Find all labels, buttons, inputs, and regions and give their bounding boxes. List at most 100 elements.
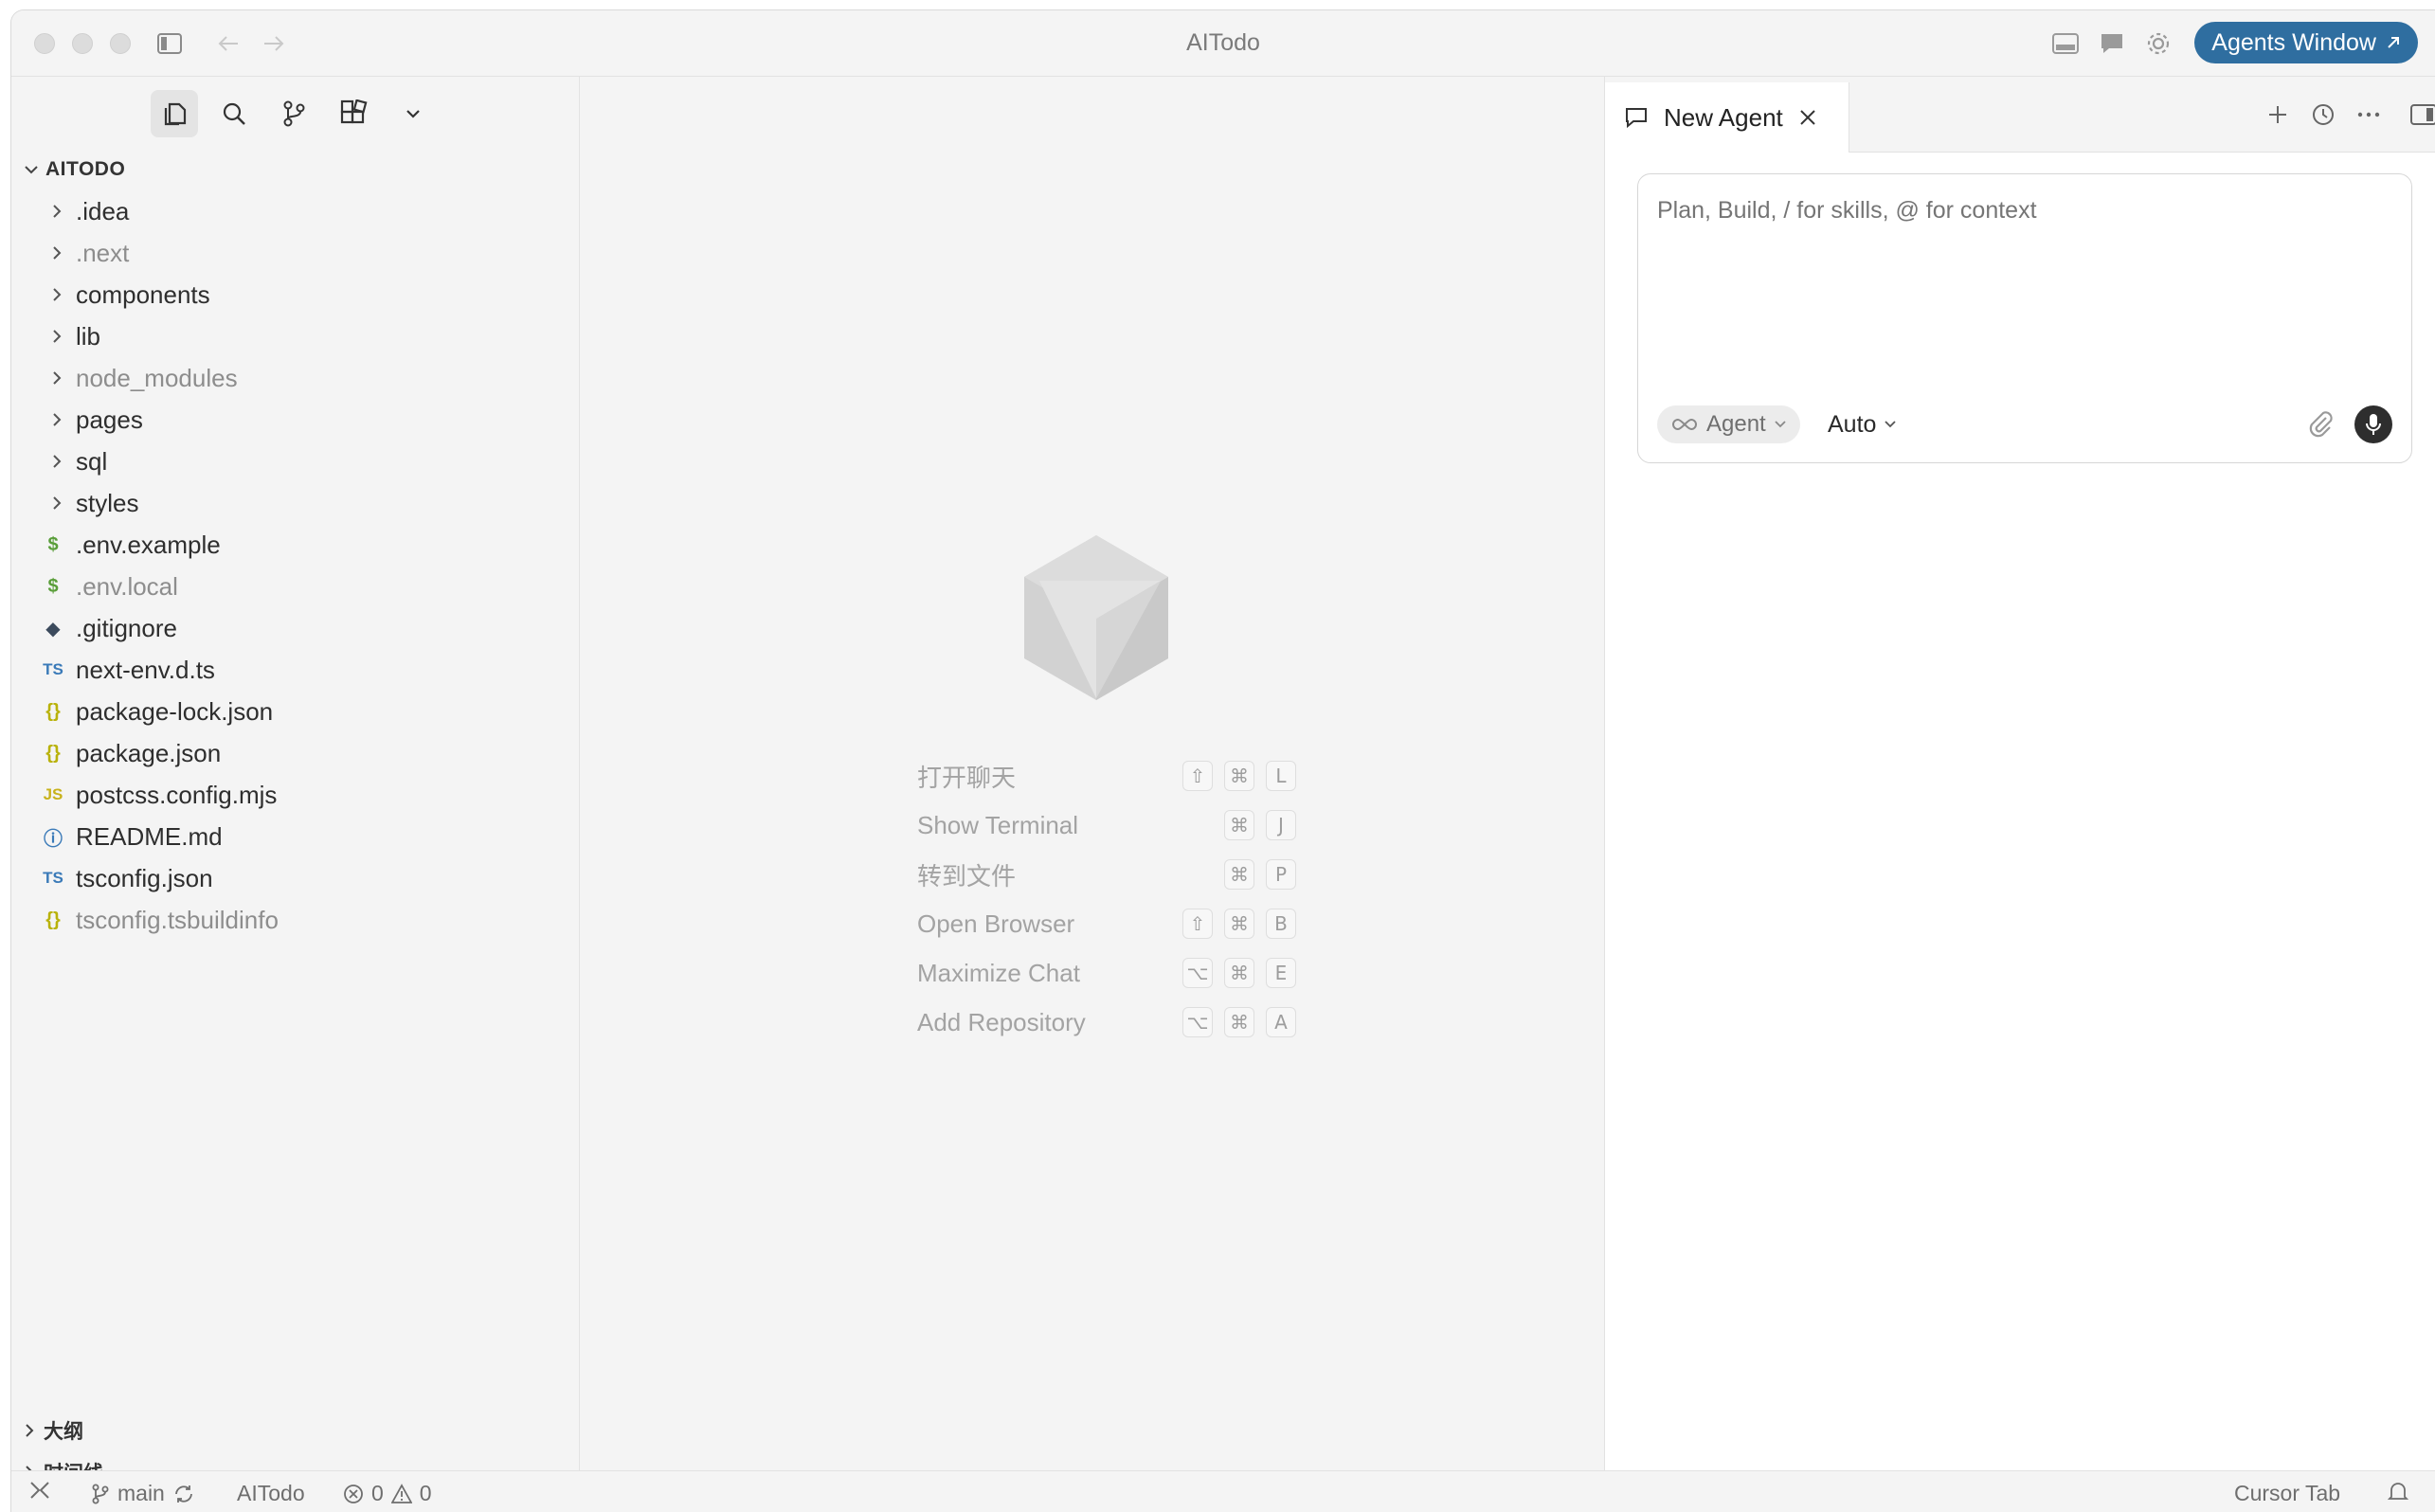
agents-window-button[interactable]: Agents Window — [2194, 22, 2418, 63]
paperclip-icon[interactable] — [2303, 407, 2337, 441]
tree-file[interactable]: $ .env.local — [11, 566, 579, 607]
shortcut-row[interactable]: Show Terminal ⌘ J — [917, 801, 1296, 850]
keycap — [1182, 810, 1213, 840]
status-bar: main AITodo 0 0 Cursor Tab — [11, 1470, 2435, 1512]
chevron-down-icon — [1775, 421, 1786, 428]
shortcut-row[interactable]: Open Browser ⇧ ⌘ B — [917, 899, 1296, 948]
tree-item-label: postcss.config.mjs — [76, 780, 278, 809]
project-name[interactable]: AITodo — [237, 1481, 305, 1506]
chevron-right-icon — [53, 371, 62, 385]
error-count: 0 — [371, 1481, 384, 1505]
shortcut-row[interactable]: 转到文件 ⌘ P — [917, 850, 1296, 899]
shortcut-label: 打开聊天 — [917, 763, 1017, 792]
git-branch-item[interactable]: main — [91, 1481, 195, 1506]
remote-indicator-icon[interactable] — [28, 1481, 51, 1500]
file-type-icon: {} — [45, 700, 61, 722]
tree-file[interactable]: $ .env.example — [11, 524, 579, 566]
sidebar-activity-bar — [11, 77, 579, 143]
tree-file[interactable]: TS next-env.d.ts — [11, 649, 579, 691]
tree-file[interactable]: JS postcss.config.mjs — [11, 774, 579, 816]
file-type-icon: TS — [43, 660, 63, 678]
branch-label: main — [117, 1481, 165, 1505]
infinity-icon — [1672, 418, 1697, 431]
outline-section[interactable]: 大纲 — [23, 1416, 83, 1445]
model-dropdown[interactable]: Auto — [1828, 405, 1897, 443]
tree-folder[interactable]: node_modules — [11, 357, 579, 399]
tree-folder[interactable]: sql — [11, 441, 579, 482]
close-window-button[interactable] — [34, 33, 55, 54]
file-type-icon: {} — [45, 909, 61, 930]
history-clock-icon[interactable] — [2306, 98, 2340, 132]
tree-item-label: package.json — [76, 738, 222, 767]
chat-bubble-icon[interactable] — [2098, 29, 2126, 58]
agent-panel: New Agent Agent Aut — [1605, 77, 2435, 1470]
cursor-tab-status[interactable]: Cursor Tab — [2234, 1481, 2340, 1506]
shortcut-row[interactable]: 打开聊天 ⇧ ⌘ L — [917, 751, 1296, 801]
explorer-files-icon[interactable] — [151, 90, 198, 137]
plus-icon[interactable] — [2261, 98, 2295, 132]
keycap: ⌥ — [1182, 1007, 1213, 1037]
tree-item-label: .gitignore — [76, 613, 177, 642]
tree-folder[interactable]: components — [11, 274, 579, 315]
cursor-logo-icon — [1024, 535, 1168, 700]
zoom-window-button[interactable] — [110, 33, 131, 54]
shortcut-label: 转到文件 — [917, 861, 1017, 891]
tree-item-label: tsconfig.json — [76, 863, 213, 892]
file-type-icon: $ — [47, 575, 59, 597]
explorer-root-folder[interactable]: AITODO — [23, 158, 125, 181]
tree-folder[interactable]: pages — [11, 399, 579, 441]
agent-prompt-input[interactable] — [1657, 197, 2377, 225]
tree-file[interactable]: {} package-lock.json — [11, 691, 579, 732]
tree-folder[interactable]: styles — [11, 482, 579, 524]
close-icon[interactable] — [1798, 108, 1817, 127]
minimize-window-button[interactable] — [72, 33, 93, 54]
tab-new-agent[interactable]: New Agent — [1605, 82, 1849, 153]
agent-mode-label: Agent — [1706, 411, 1766, 437]
tree-folder[interactable]: .idea — [11, 190, 579, 232]
agent-mode-dropdown[interactable]: Agent — [1657, 405, 1800, 443]
chevron-right-icon — [53, 288, 62, 301]
shortcut-row[interactable]: Add Repository ⌥ ⌘ A — [917, 998, 1296, 1047]
file-type-icon: ⓘ — [44, 828, 63, 850]
microphone-icon[interactable] — [2354, 405, 2392, 443]
shortcut-label: Show Terminal — [917, 810, 1079, 839]
tree-file[interactable]: {} package.json — [11, 732, 579, 774]
tree-item-label: README.md — [76, 821, 223, 851]
shortcut-keys: ⌥ ⌘ E — [1182, 958, 1296, 988]
forward-arrow-icon[interactable] — [260, 29, 288, 58]
sync-icon[interactable] — [172, 1484, 195, 1504]
keycap: ⌘ — [1224, 909, 1254, 939]
search-icon[interactable] — [210, 90, 258, 137]
agent-composer: Agent Auto — [1637, 173, 2412, 463]
panel-toggle-icon[interactable] — [2051, 29, 2080, 58]
tree-file[interactable]: {} tsconfig.tsbuildinfo — [11, 899, 579, 941]
tree-file[interactable]: ◆ .gitignore — [11, 607, 579, 649]
root-folder-label: AITODO — [45, 158, 126, 180]
file-type-icon: ◆ — [45, 618, 61, 639]
warning-icon — [390, 1483, 412, 1503]
tree-item-label: styles — [76, 488, 139, 517]
shortcut-keys: ⌘ J — [1182, 810, 1296, 840]
file-type-icon: JS — [43, 785, 63, 803]
tree-folder[interactable]: .next — [11, 232, 579, 274]
tree-file[interactable]: TS tsconfig.json — [11, 857, 579, 899]
chevron-down-icon — [25, 166, 38, 174]
keycap: A — [1266, 1007, 1296, 1037]
back-arrow-icon[interactable] — [214, 29, 243, 58]
gear-icon[interactable] — [2144, 29, 2173, 58]
toggle-sidebar-icon[interactable] — [155, 29, 184, 58]
tree-file[interactable]: ⓘ README.md — [11, 816, 579, 857]
chevron-down-icon[interactable] — [389, 90, 437, 137]
toggle-panel-icon[interactable] — [2407, 98, 2435, 132]
shortcut-keys: ⇧ ⌘ L — [1182, 761, 1296, 791]
problems-item[interactable]: 0 0 — [343, 1481, 432, 1506]
shortcut-row[interactable]: Maximize Chat ⌥ ⌘ E — [917, 948, 1296, 998]
extensions-icon[interactable] — [330, 90, 377, 137]
tree-folder[interactable]: lib — [11, 315, 579, 357]
bell-icon[interactable] — [2388, 1481, 2408, 1503]
chevron-down-icon — [1885, 421, 1897, 428]
source-control-icon[interactable] — [270, 90, 317, 137]
more-options-icon[interactable] — [2352, 98, 2386, 132]
chevron-right-icon — [53, 496, 62, 510]
keycap: ⌥ — [1182, 958, 1213, 988]
